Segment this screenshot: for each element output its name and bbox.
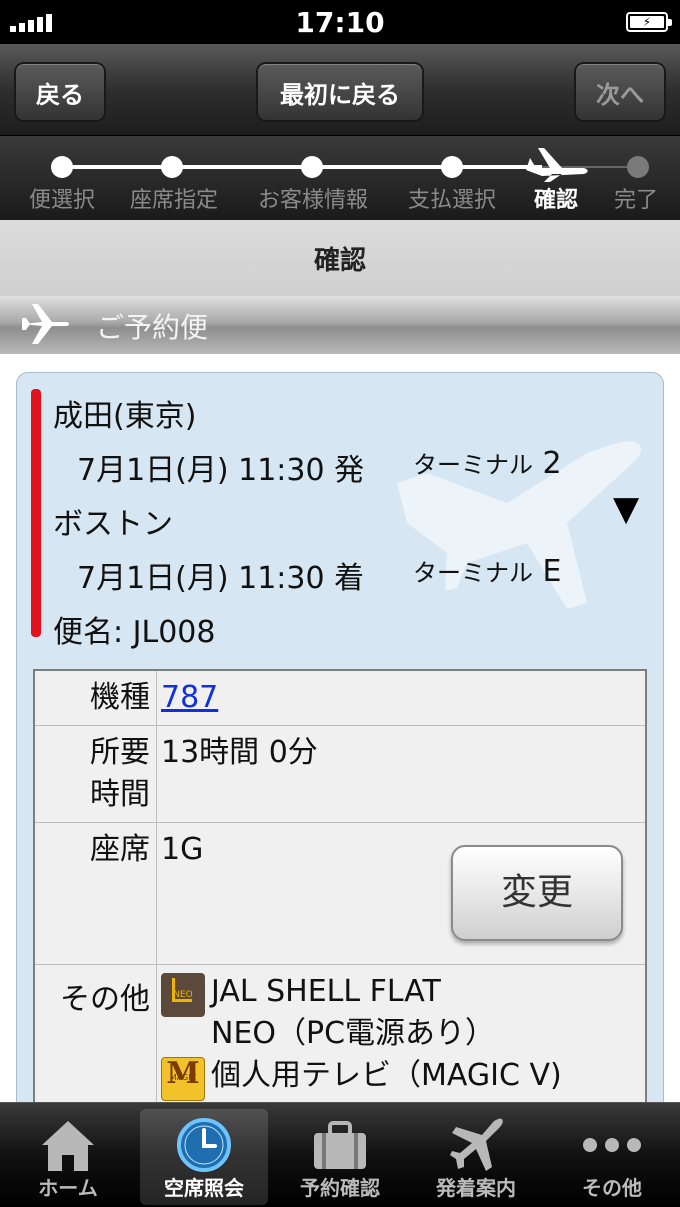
seat-value: 1G — [161, 832, 204, 867]
table-row: 機種 787 — [35, 671, 645, 725]
aircraft-link[interactable]: 787 — [161, 680, 218, 715]
expand-triangle-icon[interactable]: ▼ — [613, 489, 639, 529]
tab-arrivals-departures[interactable]: 発着案内 — [412, 1109, 540, 1205]
step-label: 座席指定 — [129, 188, 219, 213]
arrival-terminal: ターミナル E — [413, 554, 562, 589]
flight-number: 便名: JL008 — [53, 615, 216, 650]
amenity-text: JAL SHELL FLAT — [211, 974, 441, 1009]
duration-value: 13時間 0分 — [161, 735, 318, 770]
tab-more[interactable]: その他 — [548, 1109, 676, 1205]
amenity-item: M MAGIC 個人用テレビ（MAGIC V) — [161, 1055, 641, 1101]
home-icon — [4, 1115, 132, 1175]
departure-time: 7月1日(月) 11:30 発 — [77, 453, 365, 488]
back-button[interactable]: 戻る — [14, 62, 106, 122]
amenity-text: NEO（PC電源あり） — [211, 1016, 496, 1051]
flight-indicator-bar — [31, 389, 41, 637]
step-dot — [627, 156, 649, 178]
duration-label: 所要 時間 — [35, 726, 157, 822]
origin-airport: 成田(東京) — [53, 399, 197, 434]
airplane-icon — [412, 1115, 540, 1175]
seat-label: 座席 — [35, 823, 157, 964]
amenity-text: 個人用テレビ（MAGIC V) — [211, 1058, 562, 1093]
other-label: その他 — [35, 965, 157, 1102]
step-label: お客様情報 — [257, 188, 369, 213]
table-row: 座席 1G 変更 — [35, 822, 645, 964]
seat-neo-icon: NEO — [161, 973, 205, 1017]
status-bar: 17:10 ⚡ — [0, 0, 680, 44]
table-row: その他 NEO JAL SHELL FLAT NEO（PC電源あり） M MAGIC… — [35, 964, 645, 1102]
step-dot — [301, 156, 323, 178]
battery-icon: ⚡ — [626, 12, 672, 32]
step-dot — [51, 156, 73, 178]
aircraft-label: 機種 — [35, 671, 157, 725]
section-label: ご予約便 — [96, 311, 209, 344]
navigation-bar: 戻る 最初に戻る 次へ — [0, 44, 680, 136]
briefcase-icon — [276, 1115, 404, 1175]
status-time: 17:10 — [295, 6, 385, 39]
content-area[interactable]: 成田(東京) 7月1日(月) 11:30 発 ターミナル 2 ボストン 7月1日… — [0, 354, 680, 1102]
clock-icon — [140, 1115, 268, 1175]
step-label-active: 確認 — [533, 188, 579, 213]
departure-terminal: ターミナル 2 — [413, 446, 562, 481]
arrival-time: 7月1日(月) 11:30 着 — [77, 561, 365, 596]
tab-home[interactable]: ホーム — [4, 1109, 132, 1205]
change-seat-button[interactable]: 変更 — [451, 845, 623, 941]
step-label: 完了 — [613, 188, 659, 213]
booking-progress: 便選択 座席指定 お客様情報 支払選択 確認 完了 — [0, 136, 680, 220]
step-dot — [441, 156, 463, 178]
tab-seat-availability[interactable]: 空席照会 — [140, 1109, 268, 1205]
next-button[interactable]: 次へ — [574, 62, 666, 122]
section-header: ご予約便 — [0, 296, 680, 354]
amenity-item: NEO JAL SHELL FLAT NEO（PC電源あり） — [161, 971, 641, 1055]
tab-bar: ホーム 空席照会 予約確認 発着案内 その他 — [0, 1102, 680, 1207]
flight-details-table: 機種 787 所要 時間 13時間 0分 座席 1G 変更 その他 NEO JA… — [33, 669, 647, 1102]
flight-card[interactable]: 成田(東京) 7月1日(月) 11:30 発 ターミナル 2 ボストン 7月1日… — [16, 372, 664, 1102]
tab-reservation[interactable]: 予約確認 — [276, 1109, 404, 1205]
destination-airport: ボストン — [53, 507, 173, 542]
step-dot — [161, 156, 183, 178]
step-label: 支払選択 — [407, 188, 497, 213]
table-row: 所要 時間 13時間 0分 — [35, 725, 645, 822]
magic-tv-icon: M MAGIC — [161, 1057, 205, 1101]
return-to-start-button[interactable]: 最初に戻る — [256, 62, 424, 122]
page-title: 確認 — [0, 220, 680, 296]
step-label: 便選択 — [28, 188, 96, 213]
airplane-icon — [20, 300, 72, 359]
more-icon — [548, 1115, 676, 1175]
